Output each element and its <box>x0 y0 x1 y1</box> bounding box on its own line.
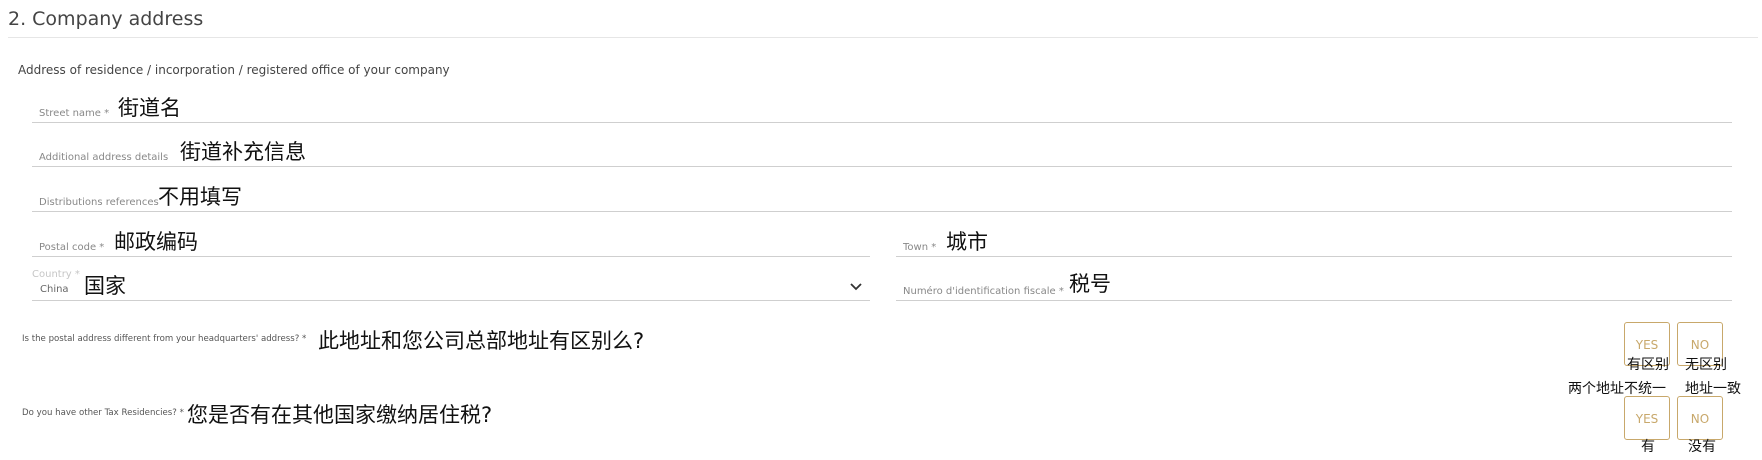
additional-address-value: 街道补充信息 <box>180 140 306 164</box>
distribution-references-value: 不用填写 <box>158 185 242 209</box>
town-value: 城市 <box>946 230 988 254</box>
section-title: 2. Company address <box>8 8 204 30</box>
additional-address-field[interactable]: Additional address details 街道补充信息 <box>32 136 1732 167</box>
tax-residency-yes-note: 有 <box>1641 439 1655 455</box>
distribution-references-label: Distributions references <box>39 197 159 208</box>
country-selected-value: China <box>40 284 69 295</box>
postal-different-question-label: Is the postal address different from you… <box>22 334 307 344</box>
postal-different-yes-note: 有区别 <box>1627 357 1669 373</box>
tax-id-field[interactable]: Numéro d'identification fiscale * 税号 <box>896 270 1732 301</box>
town-label: Town * <box>903 242 937 253</box>
tax-residency-question-note: 您是否有在其他国家缴纳居住税? <box>187 403 493 427</box>
town-field[interactable]: Town * 城市 <box>896 226 1732 257</box>
tax-id-label: Numéro d'identification fiscale * <box>903 286 1064 297</box>
section-description: Address of residence / incorporation / r… <box>18 63 450 77</box>
tax-residency-no-button[interactable]: NO <box>1677 396 1723 440</box>
street-name-label: Street name * <box>39 108 110 119</box>
country-select[interactable]: 国家 <box>32 270 870 301</box>
street-name-field[interactable]: Street name * 街道名 <box>32 92 1732 123</box>
additional-address-label: Additional address details <box>39 152 169 163</box>
postal-different-no-note-2: 地址一致 <box>1685 381 1741 397</box>
tax-residency-no-note: 没有 <box>1688 439 1716 455</box>
postal-different-question-note: 此地址和您公司总部地址有区别么? <box>318 329 645 353</box>
distribution-references-field[interactable]: Distributions references 不用填写 <box>32 181 1732 212</box>
postal-code-value: 邮政编码 <box>114 230 198 254</box>
tax-residency-question-label: Do you have other Tax Residencies? * <box>22 408 184 418</box>
postal-code-field[interactable]: Postal code * 邮政编码 <box>32 226 870 257</box>
chevron-down-icon <box>850 283 862 291</box>
tax-id-value: 税号 <box>1069 272 1111 296</box>
postal-different-no-note: 无区别 <box>1685 357 1727 373</box>
postal-code-label: Postal code * <box>39 242 105 253</box>
country-value-note: 国家 <box>84 274 126 298</box>
section-divider <box>8 37 1758 38</box>
street-name-value: 街道名 <box>118 96 181 120</box>
postal-different-yes-note-2: 两个地址不统一 <box>1568 381 1666 397</box>
tax-residency-yes-button[interactable]: YES <box>1624 396 1670 440</box>
